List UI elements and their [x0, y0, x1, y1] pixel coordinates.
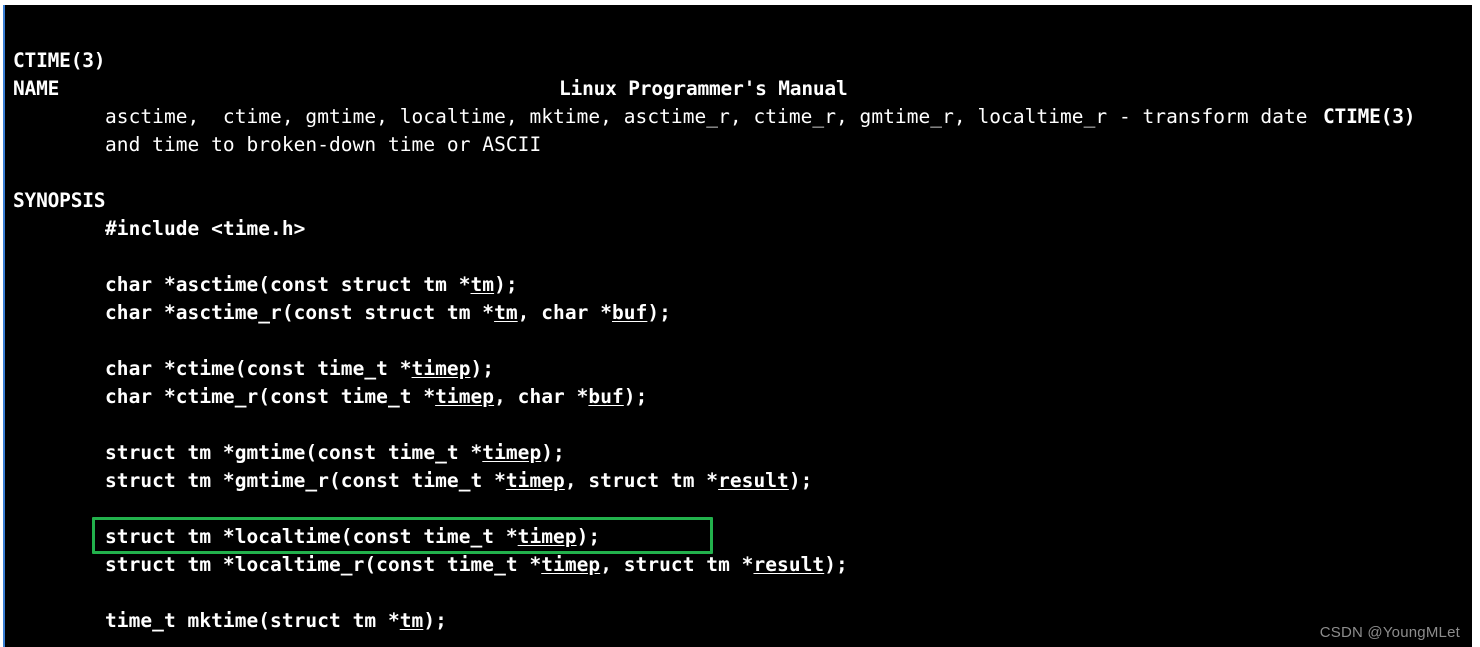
param-name: result: [753, 553, 825, 576]
param-name: timep: [435, 385, 495, 408]
prototype-localtime: struct tm *localtime(const time_t *timep…: [105, 525, 601, 548]
param-name: tm: [494, 301, 518, 324]
prototype-ctime: char *ctime(const time_t *timep);: [105, 357, 495, 380]
man-header-left: CTIME(3): [13, 49, 106, 72]
prototype-asctime: char *asctime(const struct tm *tm);: [105, 273, 518, 296]
csdn-watermark: CSDN @YoungMLet: [1319, 624, 1460, 641]
param-name: timep: [541, 553, 601, 576]
param-name: timep: [505, 469, 565, 492]
param-name: timep: [482, 441, 542, 464]
section-heading-name: NAME: [13, 77, 60, 100]
terminal-screen[interactable]: CTIME(3) Linux Programmer's Manual CTIME…: [3, 5, 1472, 647]
man-header-center: Linux Programmer's Manual: [559, 77, 848, 100]
param-name: timep: [517, 525, 577, 548]
synopsis-include-directive: #include <time.h>: [105, 217, 306, 240]
param-name: result: [718, 469, 789, 492]
prototype-asctime-r: char *asctime_r(const struct tm *tm, cha…: [105, 301, 671, 324]
prototype-ctime-r: char *ctime_r(const time_t *timep, char …: [105, 385, 648, 408]
param-name: tm: [399, 609, 424, 632]
section-heading-synopsis: SYNOPSIS: [13, 189, 106, 212]
param-name: tm: [470, 273, 495, 296]
prototype-localtime-r: struct tm *localtime_r(const time_t *tim…: [105, 553, 848, 576]
param-name: buf: [588, 385, 624, 408]
prototype-mktime: time_t mktime(struct tm *tm);: [105, 609, 447, 632]
man-header-right: CTIME(3): [1323, 105, 1416, 128]
name-description-line-1: asctime, ctime, gmtime, localtime, mktim…: [105, 105, 1308, 128]
param-name: buf: [612, 301, 648, 324]
prototype-gmtime-r: struct tm *gmtime_r(const time_t *timep,…: [105, 469, 813, 492]
param-name: timep: [411, 357, 471, 380]
terminal-window: CTIME(3) Linux Programmer's Manual CTIME…: [0, 0, 1480, 647]
name-description-line-2: and time to broken-down time or ASCII: [105, 133, 542, 156]
prototype-gmtime: struct tm *gmtime(const time_t *timep);: [105, 441, 565, 464]
